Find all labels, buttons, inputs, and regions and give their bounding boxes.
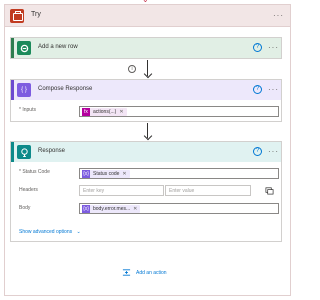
help-icon[interactable]: ? — [253, 43, 262, 52]
expression-token[interactable]: fx actions(...) ✕ — [82, 108, 127, 116]
scope-header[interactable]: Try ··· — [5, 5, 290, 27]
response-header[interactable]: Response ? ··· — [11, 142, 281, 162]
show-advanced-options-text: Show advanced options — [19, 229, 73, 235]
inputs-field[interactable]: fx actions(...) ✕ — [79, 106, 279, 117]
inputs-label: * Inputs — [19, 107, 36, 113]
header-value-input[interactable]: Enter value — [165, 185, 251, 196]
add-action-label: Add an action — [136, 269, 167, 276]
add-row-title: Add a new row — [38, 44, 78, 50]
response-menu-button[interactable]: ··· — [268, 148, 279, 156]
response-title: Response — [38, 148, 66, 154]
remove-token-icon[interactable]: ✕ — [119, 109, 123, 115]
dynamic-content-icon: {x} — [82, 205, 90, 213]
dataverse-icon — [17, 41, 31, 55]
status-code-field[interactable]: {x} Status code ✕ — [79, 168, 279, 179]
scope-menu-button[interactable]: ··· — [273, 12, 284, 20]
expression-token-text: actions(...) — [93, 109, 117, 115]
add-row-header[interactable]: Add a new row ? ··· — [11, 38, 281, 58]
body-label: Body — [19, 205, 31, 211]
scope-title: Try — [31, 11, 41, 18]
compose-menu-button[interactable]: ··· — [268, 86, 279, 94]
remove-token-icon[interactable]: ✕ — [133, 206, 137, 212]
response-icon — [17, 145, 31, 159]
add-row-card[interactable]: Add a new row ? ··· — [10, 37, 282, 59]
body-token-text: body.error.mes... — [93, 206, 131, 212]
response-card[interactable]: Response ? ··· * Status Code {x} Status … — [10, 141, 282, 242]
compose-icon: { } — [17, 83, 31, 97]
help-icon[interactable]: ? — [253, 147, 262, 156]
chevron-down-icon: ⌄ — [76, 229, 81, 235]
body-field[interactable]: {x} body.error.mes... ✕ — [79, 203, 279, 214]
switch-to-text-mode-icon[interactable] — [265, 186, 274, 195]
header-key-input[interactable]: Enter key — [79, 185, 164, 196]
add-action-icon — [122, 268, 131, 277]
compose-title: Compose Response — [38, 86, 93, 92]
compose-header[interactable]: { } Compose Response ? ··· — [11, 80, 281, 100]
status-code-token-text: Status code — [93, 171, 120, 177]
fx-icon: fx — [82, 108, 90, 116]
show-advanced-options-link[interactable]: Show advanced options ⌄ — [19, 229, 81, 235]
body-token[interactable]: {x} body.error.mes... ✕ — [82, 205, 141, 213]
compose-response-card[interactable]: { } Compose Response ? ··· * Inputs fx a… — [10, 79, 282, 122]
add-row-menu-button[interactable]: ··· — [268, 44, 279, 52]
status-code-label: * Status Code — [19, 169, 50, 175]
remove-token-icon[interactable]: ✕ — [122, 171, 126, 177]
help-icon[interactable]: ? — [253, 85, 262, 94]
status-code-token[interactable]: {x} Status code ✕ — [82, 170, 130, 178]
scope-icon — [10, 9, 24, 23]
info-icon[interactable]: i — [128, 65, 136, 73]
add-action-button[interactable]: Add an action — [122, 268, 167, 277]
dynamic-content-icon: {x} — [82, 170, 90, 178]
headers-label: Headers — [19, 187, 38, 193]
